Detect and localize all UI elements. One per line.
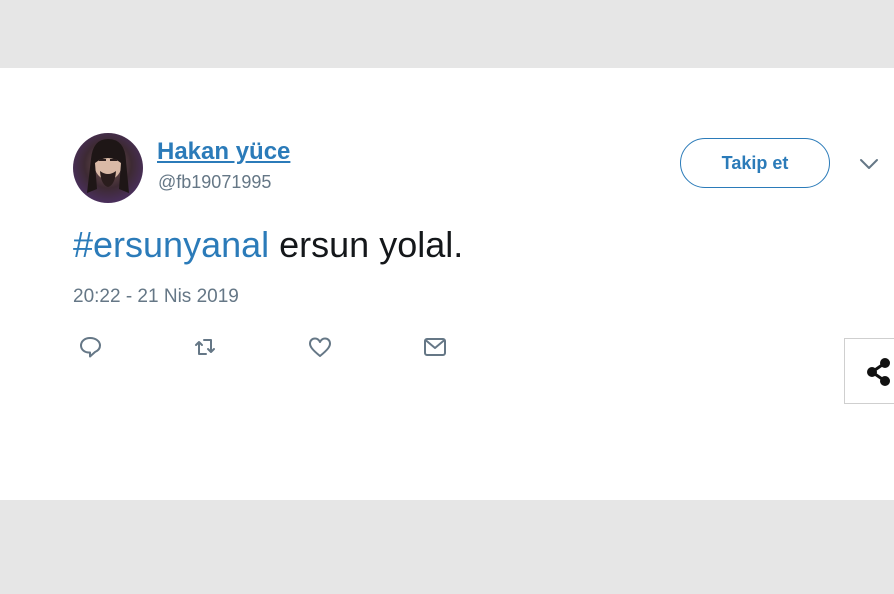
message-icon[interactable] xyxy=(422,334,448,360)
tweet-timestamp[interactable]: 20:22 - 21 Nis 2019 xyxy=(73,286,239,308)
author-handle: @fb19071995 xyxy=(158,172,272,192)
follow-button[interactable]: Takip et xyxy=(680,138,830,188)
share-button[interactable] xyxy=(844,338,894,404)
chevron-down-icon[interactable] xyxy=(858,156,880,172)
hashtag-link[interactable]: #ersunyanal xyxy=(73,224,269,265)
tweet-text: #ersunyanal ersun yolal. xyxy=(73,224,463,266)
avatar-image xyxy=(87,139,129,193)
tweet-body: ersun yolal. xyxy=(269,224,464,265)
author-name[interactable]: Hakan yüce xyxy=(157,138,290,166)
share-icon xyxy=(867,358,890,386)
reply-icon[interactable] xyxy=(78,334,104,360)
avatar[interactable] xyxy=(73,133,143,203)
tweet-card: Hakan yüce @fb19071995 Takip et #ersunya… xyxy=(0,68,894,500)
retweet-icon[interactable] xyxy=(192,334,218,360)
like-icon[interactable] xyxy=(307,334,333,360)
